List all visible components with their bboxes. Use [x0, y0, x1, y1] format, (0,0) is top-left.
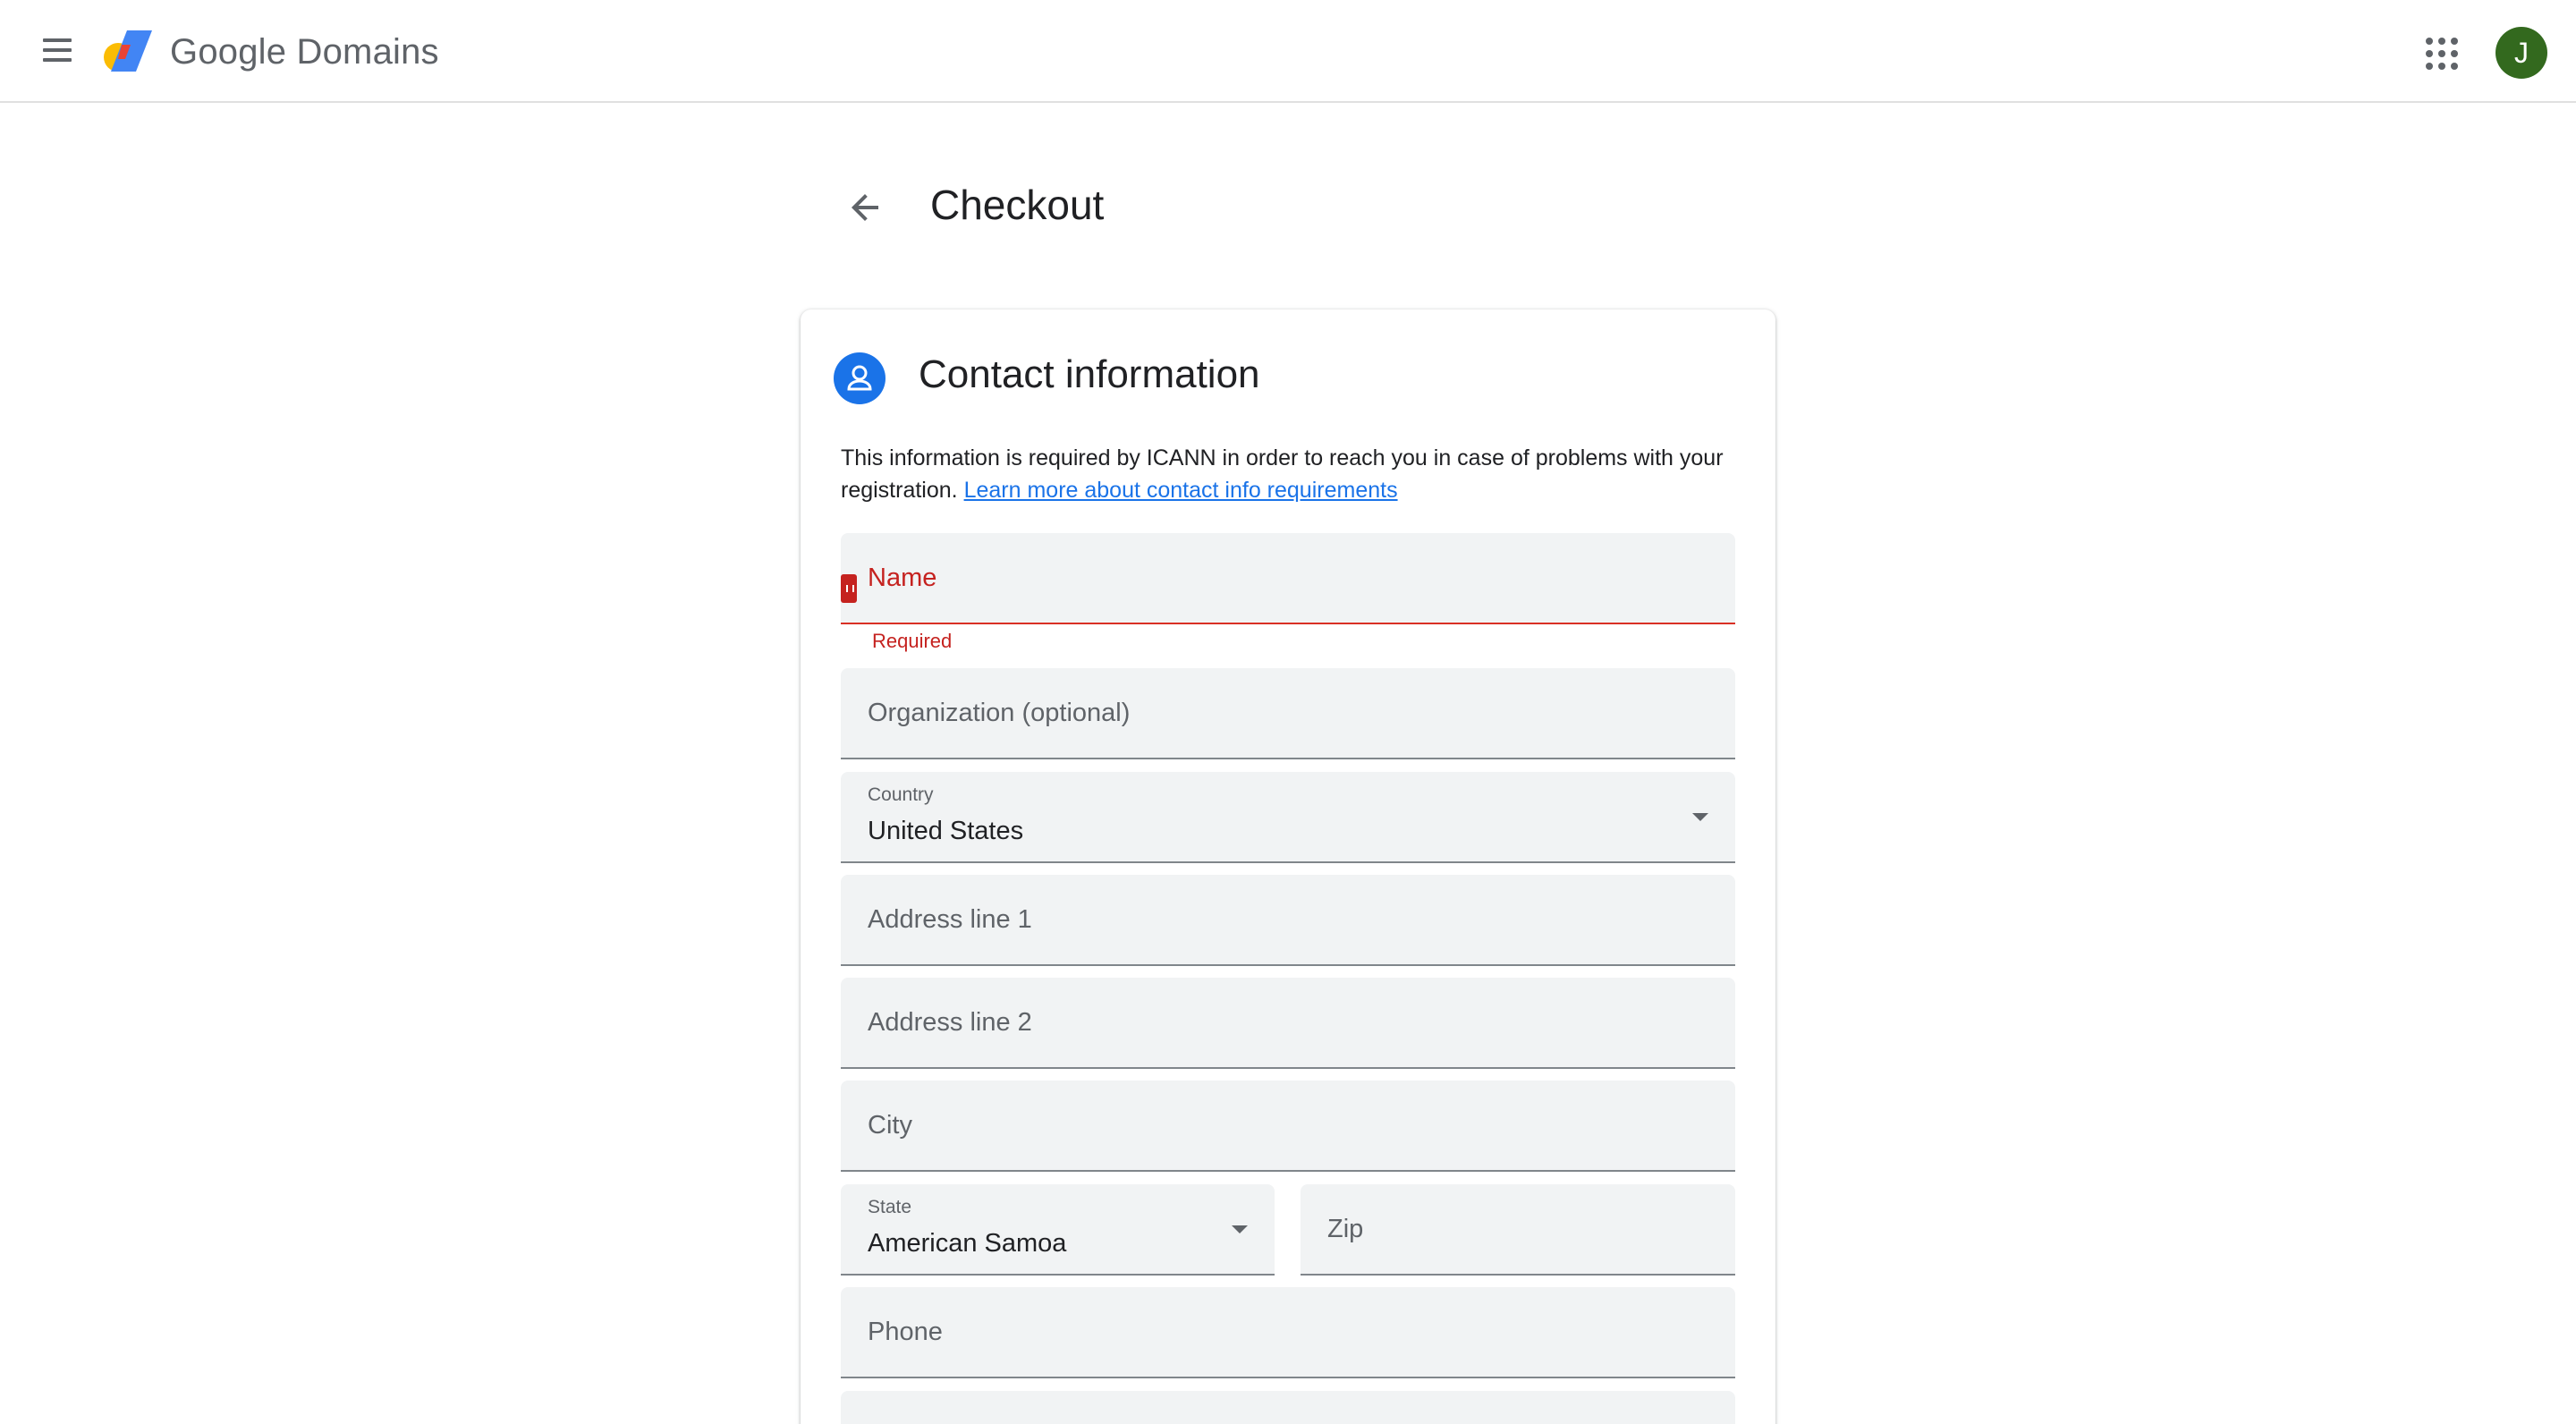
- dropdown-caret-icon: [1232, 1225, 1248, 1233]
- app-bar: Google Domains J: [0, 0, 2576, 103]
- page-title: Checkout: [930, 182, 1105, 228]
- zip-label: Zip: [1327, 1215, 1364, 1243]
- city-field[interactable]: City: [841, 1081, 1735, 1172]
- name-field[interactable]: Name: [841, 533, 1735, 624]
- country-value: United States: [868, 817, 1024, 845]
- phone-label: Phone: [868, 1318, 943, 1346]
- organization-label: Organization (optional): [868, 699, 1131, 727]
- address-line2-label: Address line 2: [868, 1008, 1032, 1037]
- address-line1-field[interactable]: Address line 1: [841, 875, 1735, 966]
- info-text: This information is required by ICANN in…: [841, 442, 1735, 506]
- phone-field[interactable]: Phone: [841, 1287, 1735, 1378]
- brand-google: Google: [170, 32, 287, 72]
- state-value: American Samoa: [868, 1229, 1067, 1258]
- next-field-partial[interactable]: [841, 1391, 1735, 1424]
- country-label: Country: [868, 784, 934, 805]
- address-line1-label: Address line 1: [868, 905, 1032, 934]
- address-line2-field[interactable]: Address line 2: [841, 978, 1735, 1069]
- apps-grid-icon[interactable]: [2422, 34, 2462, 73]
- dropdown-caret-icon: [1692, 813, 1708, 821]
- state-select[interactable]: State American Samoa: [841, 1184, 1275, 1276]
- country-select[interactable]: Country United States: [841, 772, 1735, 863]
- contact-info-learn-more-link[interactable]: Learn more about contact info requiremen…: [964, 478, 1398, 503]
- back-arrow-icon[interactable]: [844, 186, 887, 229]
- name-label: Name: [868, 564, 937, 592]
- zip-field[interactable]: Zip: [1301, 1184, 1735, 1276]
- page: Google Domains J Checkout Contact inform…: [0, 0, 2576, 1424]
- google-domains-logo[interactable]: [102, 27, 156, 77]
- error-icon: [841, 574, 857, 603]
- person-icon: [834, 352, 886, 404]
- brand-name[interactable]: Google Domains: [170, 32, 439, 72]
- state-label: State: [868, 1197, 912, 1217]
- menu-icon[interactable]: [38, 30, 77, 70]
- organization-field[interactable]: Organization (optional): [841, 668, 1735, 759]
- section-title: Contact information: [919, 352, 1260, 396]
- city-label: City: [868, 1111, 912, 1140]
- name-error-text: Required: [872, 630, 953, 652]
- avatar[interactable]: J: [2496, 27, 2547, 79]
- brand-product: Domains: [296, 32, 439, 72]
